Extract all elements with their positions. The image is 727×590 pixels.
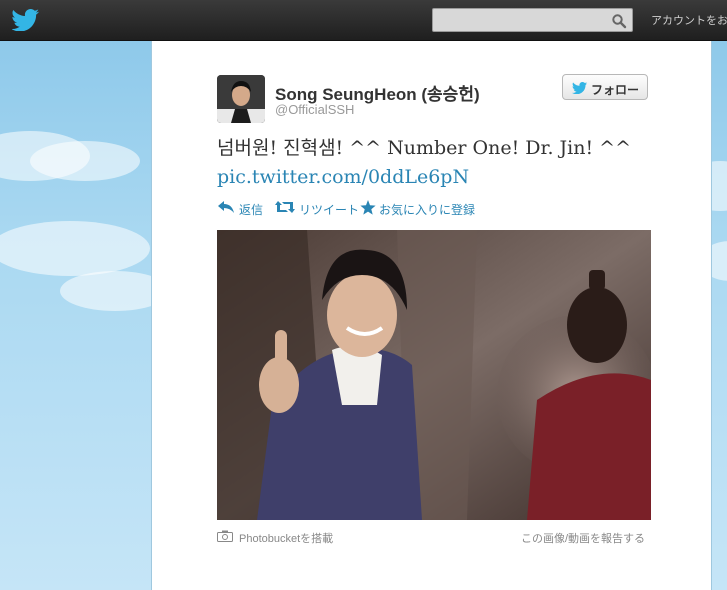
retweet-label: リツイート bbox=[299, 203, 360, 217]
retweet-icon bbox=[275, 201, 295, 213]
favorite-label: お気に入りに登録 bbox=[379, 203, 476, 217]
follow-button[interactable]: フォロー bbox=[562, 74, 648, 100]
tweet-media-link[interactable]: pic.twitter.com/0ddLe6pN bbox=[217, 163, 657, 192]
search-icon[interactable] bbox=[611, 13, 627, 29]
reply-icon bbox=[218, 201, 234, 213]
top-navigation-bar: アカウントをお持ち bbox=[0, 0, 727, 41]
author-handle[interactable]: @OfficialSSH bbox=[275, 102, 354, 117]
tweet-text: 넘버원! 진혁샘! ^^ Number One! Dr. Jin! ^^ pic… bbox=[217, 134, 657, 192]
account-link[interactable]: アカウントをお持ち bbox=[651, 12, 727, 28]
retweet-button[interactable]: リツイート bbox=[275, 200, 359, 217]
reply-label: 返信 bbox=[239, 203, 264, 217]
star-icon bbox=[360, 200, 376, 215]
search-input[interactable] bbox=[437, 11, 606, 31]
follow-label: フォロー bbox=[591, 83, 640, 97]
twitter-bird-icon bbox=[572, 82, 588, 94]
reply-button[interactable]: 返信 bbox=[217, 200, 267, 217]
tweet-body: 넘버원! 진혁샘! ^^ Number One! Dr. Jin! ^^ bbox=[217, 137, 632, 159]
search-box[interactable] bbox=[432, 8, 633, 32]
tweet-photo[interactable] bbox=[217, 230, 651, 520]
avatar[interactable] bbox=[217, 75, 265, 123]
twitter-bird-icon[interactable] bbox=[12, 9, 40, 31]
camera-icon bbox=[217, 530, 233, 542]
favorite-button[interactable]: お気に入りに登録 bbox=[360, 200, 476, 217]
photo-source-label: Photobucketを搭載 bbox=[239, 533, 334, 545]
report-media-link[interactable]: この画像/動画を報告する bbox=[521, 530, 645, 546]
